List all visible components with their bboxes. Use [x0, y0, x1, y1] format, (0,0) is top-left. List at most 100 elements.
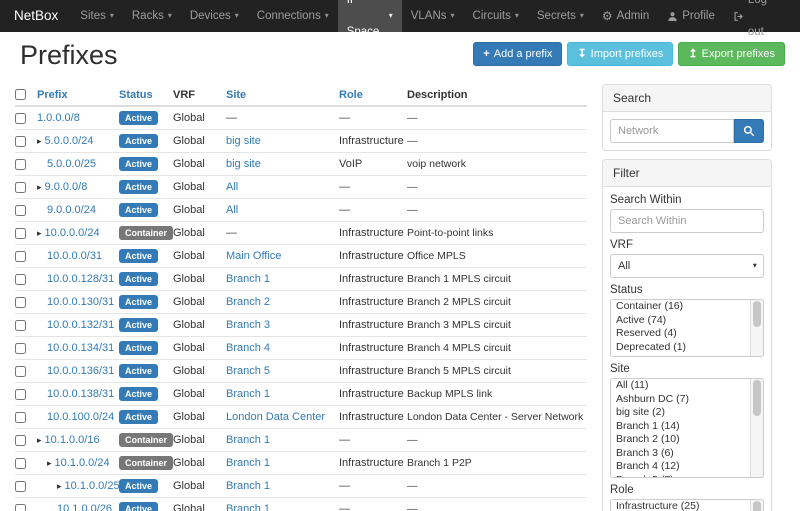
- prefix-link[interactable]: 10.0.0.0/31: [47, 250, 102, 262]
- prefix-link[interactable]: 10.0.100.0/24: [47, 411, 114, 423]
- nav-item-profile[interactable]: Profile: [658, 0, 724, 32]
- prefix-link[interactable]: 10.0.0.136/31: [47, 365, 114, 377]
- column-header-role[interactable]: Role: [339, 89, 363, 101]
- site-link[interactable]: Branch 2: [226, 296, 270, 308]
- row-checkbox[interactable]: [15, 435, 26, 446]
- nav-item-sites[interactable]: Sites▾: [71, 0, 123, 32]
- site-link[interactable]: Branch 1: [226, 273, 270, 285]
- expand-toggle-icon[interactable]: ▸: [37, 435, 42, 446]
- status-option[interactable]: Container (16): [611, 300, 763, 314]
- role-listbox[interactable]: Infrastructure (25)Management (8)Private…: [610, 499, 764, 511]
- row-checkbox[interactable]: [15, 251, 26, 262]
- status-listbox[interactable]: Container (16)Active (74)Reserved (4)Dep…: [610, 299, 764, 357]
- site-option[interactable]: All (11): [611, 379, 763, 393]
- expand-toggle-icon[interactable]: ▸: [37, 228, 42, 239]
- site-option[interactable]: Branch 1 (14): [611, 420, 763, 434]
- search-within-input[interactable]: [610, 209, 764, 233]
- site-link[interactable]: Main Office: [226, 250, 281, 262]
- site-link[interactable]: London Data Center: [226, 411, 325, 423]
- row-checkbox[interactable]: [15, 297, 26, 308]
- row-checkbox[interactable]: [15, 274, 26, 285]
- prefix-link[interactable]: 10.0.0.134/31: [47, 342, 114, 354]
- status-option[interactable]: Deprecated (1): [611, 341, 763, 355]
- vrf-select[interactable]: All ▼: [610, 254, 764, 278]
- row-checkbox[interactable]: [15, 136, 26, 147]
- prefix-link[interactable]: 10.1.0.0/16: [45, 434, 100, 446]
- site-link[interactable]: All: [226, 181, 238, 193]
- site-link[interactable]: Branch 1: [226, 388, 270, 400]
- scrollbar[interactable]: [750, 300, 763, 356]
- scrollbar-thumb[interactable]: [753, 301, 761, 327]
- nav-item-racks[interactable]: Racks▾: [123, 0, 181, 32]
- scrollbar[interactable]: [750, 500, 763, 511]
- site-link[interactable]: Branch 1: [226, 457, 270, 469]
- nav-item-circuits[interactable]: Circuits▾: [464, 0, 528, 32]
- expand-toggle-icon[interactable]: ▸: [37, 182, 42, 193]
- site-option[interactable]: big site (2): [611, 406, 763, 420]
- nav-item-admin[interactable]: ⚙Admin: [593, 0, 658, 32]
- prefix-link[interactable]: 1.0.0.0/8: [37, 112, 80, 124]
- row-checkbox[interactable]: [15, 504, 26, 511]
- site-link[interactable]: Branch 4: [226, 342, 270, 354]
- status-option[interactable]: Active (74): [611, 314, 763, 328]
- column-header-status[interactable]: Status: [119, 89, 153, 101]
- nav-item-vlans[interactable]: VLANs▾: [402, 0, 464, 32]
- scrollbar-thumb[interactable]: [753, 501, 761, 511]
- site-link[interactable]: All: [226, 204, 238, 216]
- row-checkbox[interactable]: [15, 228, 26, 239]
- prefix-link[interactable]: 5.0.0.0/25: [47, 158, 96, 170]
- status-option[interactable]: Reserved (4): [611, 327, 763, 341]
- site-link[interactable]: Branch 3: [226, 319, 270, 331]
- nav-item-connections[interactable]: Connections▾: [248, 0, 338, 32]
- prefix-link[interactable]: 10.0.0.128/31: [47, 273, 114, 285]
- site-option[interactable]: Branch 2 (10): [611, 433, 763, 447]
- row-checkbox[interactable]: [15, 343, 26, 354]
- row-checkbox[interactable]: [15, 366, 26, 377]
- expand-toggle-icon[interactable]: ▸: [37, 136, 42, 147]
- row-checkbox[interactable]: [15, 113, 26, 124]
- expand-toggle-icon[interactable]: ▸: [57, 481, 62, 492]
- site-link[interactable]: Branch 5: [226, 365, 270, 377]
- row-checkbox[interactable]: [15, 159, 26, 170]
- row-checkbox[interactable]: [15, 182, 26, 193]
- column-header-prefix[interactable]: Prefix: [37, 89, 68, 101]
- nav-item-devices[interactable]: Devices▾: [181, 0, 248, 32]
- site-link[interactable]: big site: [226, 135, 261, 147]
- prefix-link[interactable]: 10.0.0.130/31: [47, 296, 114, 308]
- nav-item-secrets[interactable]: Secrets▾: [528, 0, 593, 32]
- site-link[interactable]: Branch 1: [226, 503, 270, 511]
- prefix-link[interactable]: 10.1.0.0/24: [55, 457, 110, 469]
- prefix-link[interactable]: 5.0.0.0/24: [45, 135, 94, 147]
- prefix-link[interactable]: 10.0.0.138/31: [47, 388, 114, 400]
- select-all-checkbox[interactable]: [15, 89, 26, 100]
- site-option[interactable]: Ashburn DC (7): [611, 393, 763, 407]
- row-checkbox[interactable]: [15, 320, 26, 331]
- scrollbar[interactable]: [750, 379, 763, 477]
- site-listbox[interactable]: All (11)Ashburn DC (7)big site (2)Branch…: [610, 378, 764, 478]
- nav-item-ip-space[interactable]: IP Space▾: [338, 0, 402, 32]
- prefix-link[interactable]: 10.0.0.132/31: [47, 319, 114, 331]
- expand-toggle-icon[interactable]: ▸: [47, 458, 52, 469]
- site-link[interactable]: big site: [226, 158, 261, 170]
- add-prefix-button[interactable]: + Add a prefix: [473, 42, 562, 66]
- prefix-link[interactable]: 10.1.0.0/25: [65, 480, 119, 492]
- navbar-brand[interactable]: NetBox: [0, 0, 71, 32]
- row-checkbox[interactable]: [15, 481, 26, 492]
- row-checkbox[interactable]: [15, 389, 26, 400]
- prefix-link[interactable]: 9.0.0.0/24: [47, 204, 96, 216]
- prefix-link[interactable]: 10.1.0.0/26: [57, 503, 112, 511]
- row-checkbox[interactable]: [15, 458, 26, 469]
- site-option[interactable]: Branch 3 (6): [611, 447, 763, 461]
- nav-item-log-out[interactable]: Log out: [724, 0, 792, 32]
- site-option[interactable]: Branch 5 (7): [611, 474, 763, 479]
- role-option[interactable]: Infrastructure (25): [611, 500, 763, 511]
- search-button[interactable]: [734, 119, 764, 143]
- column-header-site[interactable]: Site: [226, 89, 246, 101]
- site-link[interactable]: Branch 1: [226, 480, 270, 492]
- scrollbar-thumb[interactable]: [753, 380, 761, 416]
- site-link[interactable]: Branch 1: [226, 434, 270, 446]
- search-input[interactable]: [610, 119, 734, 143]
- site-option[interactable]: Branch 4 (12): [611, 460, 763, 474]
- prefix-link[interactable]: 10.0.0.0/24: [45, 227, 100, 239]
- row-checkbox[interactable]: [15, 205, 26, 216]
